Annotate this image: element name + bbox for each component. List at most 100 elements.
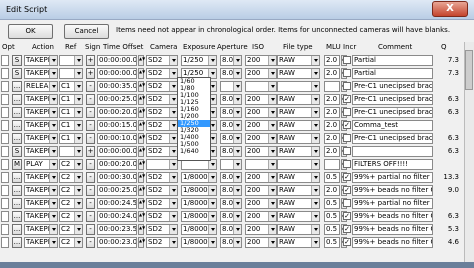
- row-select-button[interactable]: [1, 133, 9, 144]
- file-type-select[interactable]: RAW: [277, 120, 320, 131]
- time-offset-field[interactable]: 00:00:24.5: [97, 198, 137, 209]
- aperture-select[interactable]: 8.0: [220, 185, 242, 196]
- ref-select[interactable]: C2: [59, 224, 83, 235]
- sign-button[interactable]: -: [86, 237, 95, 248]
- camera-select[interactable]: SD2: [146, 146, 178, 157]
- mlu-field[interactable]: 2.0: [324, 146, 340, 157]
- exposure-select[interactable]: 1/8000: [181, 185, 217, 196]
- action-select[interactable]: TAKEPI: [24, 224, 58, 235]
- iso-select[interactable]: [245, 159, 277, 170]
- aperture-select[interactable]: 8.0: [220, 172, 242, 183]
- ref-select[interactable]: [59, 55, 83, 66]
- camera-select[interactable]: SD2: [146, 198, 178, 209]
- ref-select[interactable]: C2: [59, 172, 83, 183]
- iso-select[interactable]: 200: [245, 68, 277, 79]
- file-type-select[interactable]: RAW: [277, 185, 320, 196]
- incr-checkbox[interactable]: ✓: [343, 186, 351, 194]
- spinner-arrows-icon[interactable]: ▲▼: [138, 159, 145, 170]
- aperture-select[interactable]: 8.0: [220, 107, 242, 118]
- comment-field[interactable]: Partial: [352, 55, 433, 66]
- camera-select[interactable]: SD2: [146, 81, 178, 92]
- camera-select[interactable]: SD2: [146, 172, 178, 183]
- ref-select[interactable]: C1: [59, 81, 83, 92]
- spinner-arrows-icon[interactable]: ▲▼: [138, 68, 145, 79]
- aperture-select[interactable]: 8.0: [220, 120, 242, 131]
- opt-button[interactable]: ...: [12, 198, 22, 209]
- row-select-button[interactable]: [1, 120, 9, 131]
- camera-select[interactable]: SD2: [146, 185, 178, 196]
- row-select-button[interactable]: [1, 198, 9, 209]
- camera-select[interactable]: [146, 159, 178, 170]
- opt-button[interactable]: ...: [12, 237, 22, 248]
- time-offset-field[interactable]: 00:00:15.0: [97, 120, 137, 131]
- spinner-arrows-icon[interactable]: ▲▼: [138, 224, 145, 235]
- row-select-button[interactable]: [1, 81, 9, 92]
- exposure-select[interactable]: 1/8000: [181, 198, 217, 209]
- file-type-select[interactable]: [277, 81, 320, 92]
- camera-select[interactable]: SD2: [146, 68, 178, 79]
- opt-button[interactable]: ...: [12, 133, 22, 144]
- comment-field[interactable]: Pre-C1 unecipsed bracket: [352, 81, 433, 92]
- row-select-button[interactable]: [1, 107, 9, 118]
- file-type-select[interactable]: RAW: [277, 211, 320, 222]
- comment-field[interactable]: 99%+ beads no filter Q=: [352, 224, 433, 235]
- sign-button[interactable]: -: [86, 94, 95, 105]
- iso-select[interactable]: 200: [245, 198, 277, 209]
- sign-button[interactable]: +: [86, 55, 95, 66]
- mlu-field[interactable]: 2.0: [324, 94, 340, 105]
- action-select[interactable]: TAKEPI: [24, 68, 58, 79]
- action-select[interactable]: TAKEPI: [24, 172, 58, 183]
- spinner-arrows-icon[interactable]: ▲▼: [138, 198, 145, 209]
- mlu-field[interactable]: [324, 81, 340, 92]
- comment-field[interactable]: Partial: [352, 68, 433, 79]
- row-select-button[interactable]: [1, 224, 9, 235]
- file-type-select[interactable]: [277, 159, 320, 170]
- opt-button[interactable]: ...: [12, 172, 22, 183]
- mlu-field[interactable]: 2.0: [324, 55, 340, 66]
- comment-field[interactable]: Pre-C1 unecipsed bracket: [352, 107, 433, 118]
- iso-select[interactable]: 200: [245, 55, 277, 66]
- opt-button[interactable]: ...: [12, 107, 22, 118]
- ok-button[interactable]: OK: [8, 24, 53, 39]
- incr-checkbox[interactable]: [343, 199, 351, 207]
- aperture-select[interactable]: [220, 81, 242, 92]
- exposure-select[interactable]: 1/8000: [181, 237, 217, 248]
- time-offset-field[interactable]: 00:00:25.0: [97, 94, 137, 105]
- opt-button[interactable]: ...: [12, 224, 22, 235]
- incr-checkbox[interactable]: [343, 134, 351, 142]
- comment-field[interactable]: Pre-C1 unecipsed bracket: [352, 133, 433, 144]
- mlu-field[interactable]: 0.5: [324, 237, 340, 248]
- sign-button[interactable]: -: [86, 159, 95, 170]
- spinner-arrows-icon[interactable]: ▲▼: [138, 94, 145, 105]
- camera-select[interactable]: SD2: [146, 107, 178, 118]
- incr-checkbox[interactable]: [343, 56, 351, 64]
- aperture-select[interactable]: 8.0: [220, 211, 242, 222]
- camera-select[interactable]: SD2: [146, 55, 178, 66]
- ref-select[interactable]: C1: [59, 94, 83, 105]
- time-offset-field[interactable]: 00:00:10.0: [97, 133, 137, 144]
- aperture-select[interactable]: 8.0: [220, 237, 242, 248]
- ref-select[interactable]: C2: [59, 159, 83, 170]
- file-type-select[interactable]: RAW: [277, 224, 320, 235]
- mlu-field[interactable]: 2.0: [324, 185, 340, 196]
- ref-select[interactable]: C2: [59, 185, 83, 196]
- row-select-button[interactable]: [1, 68, 9, 79]
- iso-select[interactable]: 200: [245, 224, 277, 235]
- iso-select[interactable]: [245, 81, 277, 92]
- file-type-select[interactable]: RAW: [277, 68, 320, 79]
- incr-checkbox[interactable]: ✓: [343, 212, 351, 220]
- comment-field[interactable]: 99%+ beads no filter Q=: [352, 185, 433, 196]
- spinner-arrows-icon[interactable]: ▲▼: [138, 185, 145, 196]
- time-offset-field[interactable]: 00:00:20.0: [97, 159, 137, 170]
- mlu-field[interactable]: 0.5: [324, 211, 340, 222]
- incr-checkbox[interactable]: ✓: [343, 225, 351, 233]
- action-select[interactable]: PLAY: [24, 159, 58, 170]
- opt-button[interactable]: ...: [12, 81, 22, 92]
- sign-button[interactable]: -: [86, 107, 95, 118]
- sign-button[interactable]: -: [86, 224, 95, 235]
- incr-checkbox[interactable]: [343, 108, 351, 116]
- spinner-arrows-icon[interactable]: ▲▼: [138, 172, 145, 183]
- incr-checkbox[interactable]: ✓: [343, 173, 351, 181]
- action-select[interactable]: TAKEPI: [24, 211, 58, 222]
- incr-checkbox[interactable]: [343, 160, 351, 168]
